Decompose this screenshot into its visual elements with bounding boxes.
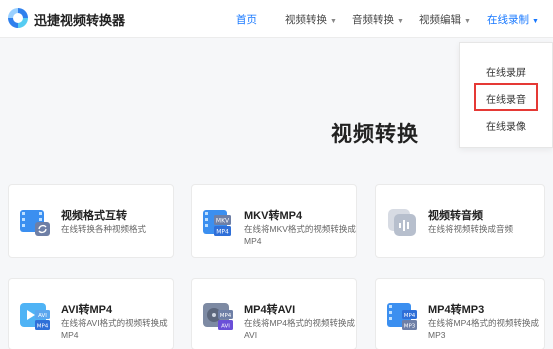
- badge-top-text: MKV: [216, 218, 230, 225]
- menu-item-video-record[interactable]: 在线录像: [460, 118, 552, 133]
- badge-bottom-text: MP3: [404, 323, 416, 329]
- nav-video-edit[interactable]: 视频编辑 ▼: [419, 12, 471, 27]
- nav-online-record-label: 在线录制: [487, 14, 529, 26]
- nav-online-record[interactable]: 在线录制 ▼: [487, 12, 539, 27]
- card-description: 在线转换各种视频格式: [61, 224, 147, 234]
- badge-bottom-text: AVI: [221, 323, 230, 329]
- chevron-down-icon: ▼: [330, 18, 337, 25]
- card-video-format-convert[interactable]: 视频格式互转 在线转换各种视频格式: [8, 184, 174, 258]
- nav-audio-convert[interactable]: 音频转换 ▼: [352, 12, 404, 27]
- app-logo-icon[interactable]: [6, 6, 30, 30]
- card-title: AVI转MP4: [61, 304, 113, 316]
- menu-item-screen-record[interactable]: 在线录屏: [460, 64, 552, 79]
- card-description: 在线将视频转换成音频: [428, 224, 514, 234]
- top-header: 迅捷视频转换器 首页 视频转换 ▼ 音频转换 ▼ 视频编辑 ▼ 在线录制 ▼: [0, 0, 553, 38]
- card-title: MKV转MP4: [244, 210, 303, 222]
- card-video-to-audio[interactable]: 视频转音频 在线将视频转换成音频: [375, 184, 545, 258]
- card-title: 视频格式互转: [61, 210, 127, 222]
- card-description: 在线将MP4格式的视频转换成AVI: [244, 318, 355, 340]
- card-description: 在线将AVI格式的视频转换成MP4: [61, 318, 168, 340]
- badge-top-text: AVI: [38, 313, 47, 319]
- chevron-down-icon: ▼: [397, 18, 404, 25]
- mp4-to-avi-icon: MP4 AVI: [203, 303, 233, 330]
- card-mp4-to-mp3[interactable]: MP4 MP3 MP4转MP3 在线将MP4格式的视频转换成MP3: [375, 278, 545, 349]
- video-to-audio-icon: [388, 209, 416, 236]
- video-convert-icon: [20, 210, 50, 236]
- nav-audio-convert-label: 音频转换: [352, 14, 394, 26]
- mkv-to-mp4-icon: MKV MP4: [203, 210, 231, 236]
- online-record-dropdown: 在线录屏 在线录音 在线录像: [459, 42, 553, 148]
- card-title: MP4转AVI: [244, 304, 296, 316]
- card-description: 在线将MKV格式的视频转换成MP4: [244, 224, 356, 246]
- chevron-down-icon: ▼: [532, 18, 539, 25]
- badge-top-text: MP4: [404, 313, 416, 319]
- card-avi-to-mp4[interactable]: AVI MP4 AVI转MP4 在线将AVI格式的视频转换成MP4: [8, 278, 174, 349]
- nav-video-convert[interactable]: 视频转换 ▼: [285, 12, 337, 27]
- card-description: 在线将MP4格式的视频转换成MP3: [428, 318, 539, 340]
- nav-video-convert-label: 视频转换: [285, 14, 327, 26]
- brand-name[interactable]: 迅捷视频转换器: [34, 10, 125, 29]
- mp4-to-mp3-icon: MP4 MP3: [387, 303, 417, 330]
- card-mp4-to-avi[interactable]: MP4 AVI MP4转AVI 在线将MP4格式的视频转换成AVI: [191, 278, 357, 349]
- card-title: MP4转MP3: [428, 304, 485, 316]
- card-title: 视频转音频: [428, 210, 483, 222]
- nav-video-edit-label: 视频编辑: [419, 14, 461, 26]
- avi-to-mp4-icon: AVI MP4: [20, 303, 50, 330]
- nav-home[interactable]: 首页: [236, 12, 257, 27]
- badge-bottom-text: MP4: [37, 323, 49, 329]
- section-title: 视频转换: [331, 123, 419, 146]
- nav-home-label: 首页: [236, 14, 257, 26]
- menu-item-audio-record[interactable]: 在线录音: [460, 91, 552, 106]
- badge-bottom-text: MP4: [216, 229, 229, 236]
- badge-top-text: MP4: [220, 313, 232, 319]
- chevron-down-icon: ▼: [464, 18, 471, 25]
- card-mkv-to-mp4[interactable]: MKV MP4 MKV转MP4 在线将MKV格式的视频转换成MP4: [191, 184, 357, 258]
